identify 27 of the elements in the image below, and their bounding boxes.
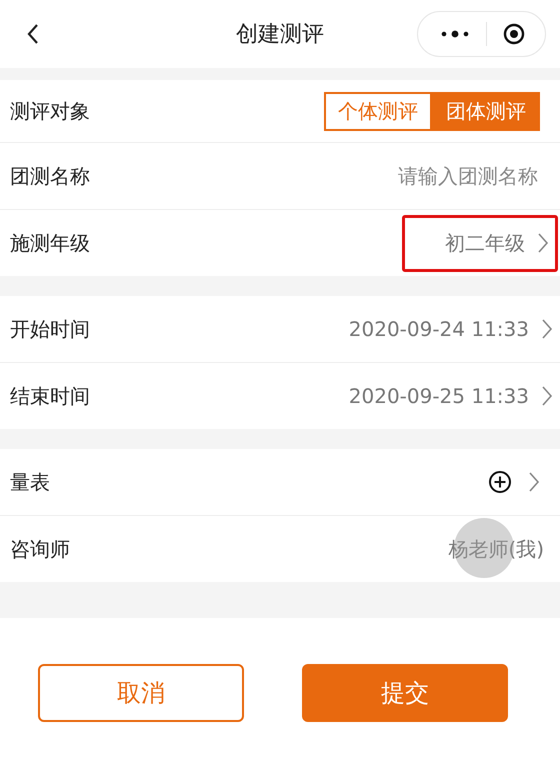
field-label: 团测名称	[10, 162, 90, 190]
select-field[interactable]: 2020-09-24 11:33	[306, 302, 558, 356]
field-label: 咨询师	[10, 536, 70, 562]
chevron-icon	[541, 385, 553, 407]
submit-button[interactable]: 提交	[302, 664, 508, 722]
field-value: 杨老师(我)	[448, 536, 544, 562]
select-field[interactable]: 2020-09-25 11:33	[306, 369, 558, 423]
highlight-frame[interactable]: 初二年级	[402, 214, 558, 272]
field-label: 开始时间	[10, 316, 90, 342]
field-value: 初二年级	[445, 230, 525, 256]
segment-option[interactable]: 团体测评	[432, 92, 540, 130]
field-value: 2020-09-25 11:33	[348, 384, 529, 408]
field-label: 测评对象	[10, 98, 90, 124]
field-label: 施测年级	[10, 230, 90, 256]
chevron-icon[interactable]	[528, 471, 540, 493]
back-icon[interactable]	[26, 23, 40, 45]
chevron-icon	[537, 232, 549, 254]
field-label: 结束时间	[10, 382, 90, 410]
add-icon[interactable]	[488, 470, 512, 494]
field-label: 量表	[10, 468, 50, 496]
page-title: 创建测评	[236, 21, 324, 49]
more-icon[interactable]	[440, 29, 470, 39]
segment-option[interactable]: 个体测评	[324, 92, 432, 130]
field-value: 2020-09-24 11:33	[348, 317, 529, 341]
input-field[interactable]: 请输入团测名称	[336, 163, 540, 189]
cancel-button[interactable]: 取消	[38, 664, 244, 722]
chevron-icon	[541, 318, 553, 340]
